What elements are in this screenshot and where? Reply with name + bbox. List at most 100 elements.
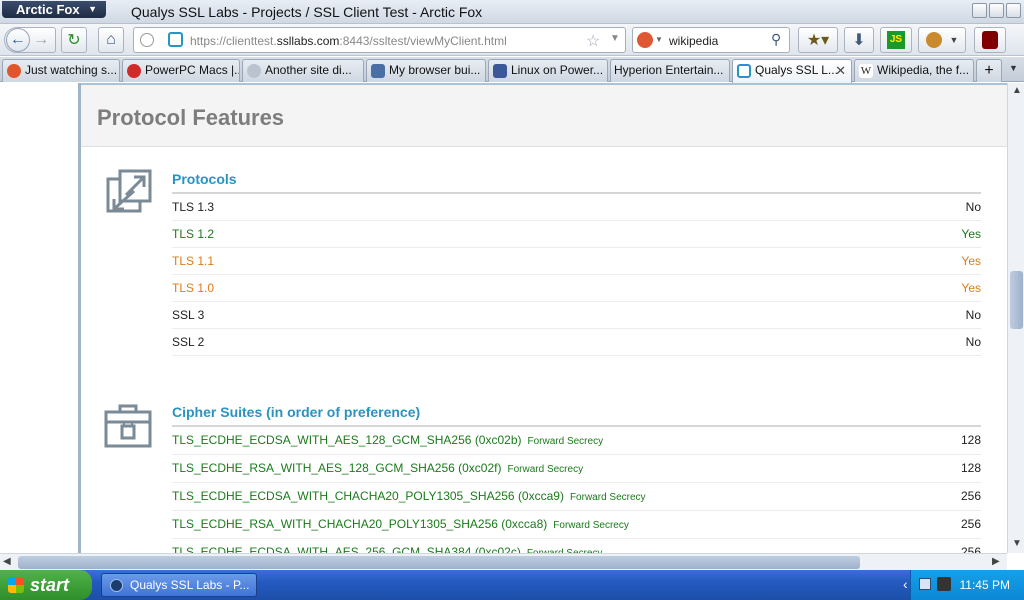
javascript-toggle-button[interactable]: JS — [880, 27, 912, 53]
windows-logo-icon — [8, 577, 24, 593]
section-title: Protocol Features — [97, 105, 285, 130]
maximize-button[interactable] — [989, 3, 1004, 18]
url-text: https://clienttest.ssllabs.com:8443/sslt… — [190, 34, 507, 48]
tab-label: Just watching s... — [25, 63, 118, 77]
start-button[interactable]: start — [0, 570, 92, 600]
vertical-scrollbar[interactable]: ▲ ▼ — [1007, 83, 1024, 553]
tab-label: Hyperion Entertain... — [614, 63, 724, 77]
horizontal-scrollbar[interactable]: ◀ ▶ — [0, 553, 1007, 570]
volume-icon[interactable] — [937, 577, 951, 591]
navigation-toolbar: ← → ↻ ⌂ https://clienttest.ssllabs.com:8… — [0, 24, 1024, 56]
scroll-left-icon[interactable]: ◀ — [3, 556, 11, 567]
cipher-row: TLS_ECDHE_ECDSA_WITH_AES_256_GCM_SHA384 … — [172, 539, 981, 553]
tab-powerpc-macs[interactable]: PowerPC Macs |... — [122, 59, 240, 82]
cipher-row: TLS_ECDHE_RSA_WITH_AES_128_GCM_SHA256 (0… — [172, 455, 981, 483]
reload-button[interactable]: ↻ — [61, 27, 87, 53]
close-window-button[interactable] — [1006, 3, 1021, 18]
cipher-code: (0xcca8) — [501, 517, 548, 531]
url-dropdown-icon[interactable]: ▼ — [610, 33, 620, 44]
protocol-value: Yes — [961, 281, 981, 295]
app-menu-button[interactable]: Arctic Fox ▼ — [2, 1, 106, 18]
tray-expand-icon[interactable]: ‹ — [903, 576, 908, 592]
lock-icon — [737, 64, 751, 78]
tab-label: Wikipedia, the f... — [877, 63, 970, 77]
search-engine-icon[interactable] — [637, 32, 653, 48]
tab-qualys-ssl[interactable]: Qualys SSL L... ✕ — [732, 59, 852, 83]
reload-icon: ↻ — [67, 32, 81, 49]
forward-icon[interactable]: → — [33, 31, 49, 49]
site-info-icon[interactable] — [140, 33, 154, 47]
bookmark-star-icon[interactable]: ☆ — [586, 31, 600, 51]
tab-linux-on-power[interactable]: Linux on Power... — [488, 59, 608, 82]
scroll-up-icon[interactable]: ▲ — [1012, 85, 1022, 96]
app-menu-label: Arctic Fox — [16, 2, 80, 17]
protocol-row: TLS 1.2 Yes — [172, 221, 981, 248]
protocol-name: TLS 1.0 — [172, 281, 215, 295]
apple-icon — [127, 64, 141, 78]
tab-my-browser[interactable]: My browser bui... — [366, 59, 486, 82]
search-icon[interactable]: ⚲ — [771, 31, 781, 48]
cipher-suite: TLS_ECDHE_ECDSA_WITH_CHACHA20_POLY1305_S… — [172, 489, 515, 503]
tab-list-icon[interactable]: ▼ — [1009, 63, 1018, 73]
browser-icon — [110, 579, 123, 592]
vertical-scroll-thumb[interactable] — [1010, 271, 1023, 329]
back-icon[interactable]: ← — [5, 28, 30, 52]
protocol-row: TLS 1.1 Yes — [172, 248, 981, 275]
tab-just-watching[interactable]: Just watching s... — [2, 59, 120, 82]
taskbar-item-browser[interactable]: Qualys SSL Labs - P... — [101, 573, 257, 597]
cipher-bits: 128 — [960, 461, 981, 475]
lock-icon[interactable] — [168, 32, 183, 47]
title-bar: Arctic Fox ▼ Qualys SSL Labs - Projects … — [0, 0, 1024, 24]
cipher-name: TLS_ECDHE_ECDSA_WITH_CHACHA20_POLY1305_S… — [172, 489, 646, 503]
page-viewport: Protocol Features Protocols TLS 1.3 No T… — [0, 83, 1007, 553]
tab-label: My browser bui... — [389, 63, 481, 77]
taskbar: start Qualys SSL Labs - P... ‹ 11:45 PM — [0, 570, 1024, 600]
tab-label: PowerPC Macs |... — [145, 63, 240, 77]
forward-secrecy-tag: Forward Secrecy — [507, 464, 584, 475]
tab-hyperion[interactable]: Hyperion Entertain... — [610, 59, 730, 82]
bookmarks-button[interactable]: ★▾ — [798, 27, 838, 53]
cipher-name: TLS_ECDHE_ECDSA_WITH_AES_128_GCM_SHA256 … — [172, 433, 603, 447]
content-border — [78, 83, 81, 553]
plus-icon: + — [984, 62, 994, 79]
tab-wikipedia[interactable]: W Wikipedia, the f... — [854, 59, 974, 82]
download-icon: ⬇ — [852, 32, 866, 49]
blog-icon — [371, 64, 385, 78]
minimize-button[interactable] — [972, 3, 987, 18]
network-icon[interactable] — [919, 578, 931, 590]
reddit-icon — [7, 64, 21, 78]
monkey-icon — [925, 32, 942, 48]
forward-secrecy-tag: Forward Secrecy — [569, 492, 646, 503]
back-forward-group: ← → — [4, 27, 56, 53]
taskbar-item-label: Qualys SSL Labs - P... — [130, 578, 250, 592]
scroll-right-icon[interactable]: ▶ — [992, 556, 1000, 567]
expand-arrows-icon — [106, 169, 152, 213]
tab-strip: Just watching s... PowerPC Macs |... Ano… — [0, 57, 1024, 83]
cipher-row: TLS_ECDHE_RSA_WITH_CHACHA20_POLY1305_SHA… — [172, 511, 981, 539]
search-bar[interactable]: ▼ wikipedia ⚲ — [632, 27, 790, 53]
downloads-button[interactable]: ⬇ — [844, 27, 874, 53]
clock[interactable]: 11:45 PM — [960, 578, 1010, 592]
protocol-name: TLS 1.2 — [172, 227, 215, 241]
forward-secrecy-tag: Forward Secrecy — [527, 436, 604, 447]
new-tab-button[interactable]: + — [976, 59, 1002, 82]
javascript-icon: JS — [887, 31, 905, 49]
protocol-value: No — [965, 200, 981, 214]
horizontal-scroll-thumb[interactable] — [18, 556, 860, 569]
home-button[interactable]: ⌂ — [98, 27, 124, 53]
url-bar[interactable]: https://clienttest.ssllabs.com:8443/sslt… — [133, 27, 626, 53]
ublock-icon — [982, 31, 998, 49]
protocol-row: TLS 1.0 Yes — [172, 275, 981, 302]
close-tab-icon[interactable]: ✕ — [835, 60, 846, 81]
ublock-button[interactable] — [974, 27, 1006, 53]
cipher-name: TLS_ECDHE_RSA_WITH_AES_128_GCM_SHA256 (0… — [172, 461, 583, 475]
cipher-suite: TLS_ECDHE_RSA_WITH_CHACHA20_POLY1305_SHA… — [172, 517, 498, 531]
protocol-value: Yes — [961, 227, 981, 241]
tab-another-site[interactable]: Another site di... — [242, 59, 364, 82]
scroll-down-icon[interactable]: ▼ — [1012, 538, 1022, 549]
cipher-row: TLS_ECDHE_ECDSA_WITH_CHACHA20_POLY1305_S… — [172, 483, 981, 511]
search-input[interactable]: wikipedia — [669, 34, 718, 48]
greasemonkey-button[interactable]: ▼ — [918, 27, 966, 53]
url-path: :8443/ssltest/viewMyClient.html — [339, 34, 507, 48]
chevron-down-icon: ▼ — [88, 4, 97, 14]
